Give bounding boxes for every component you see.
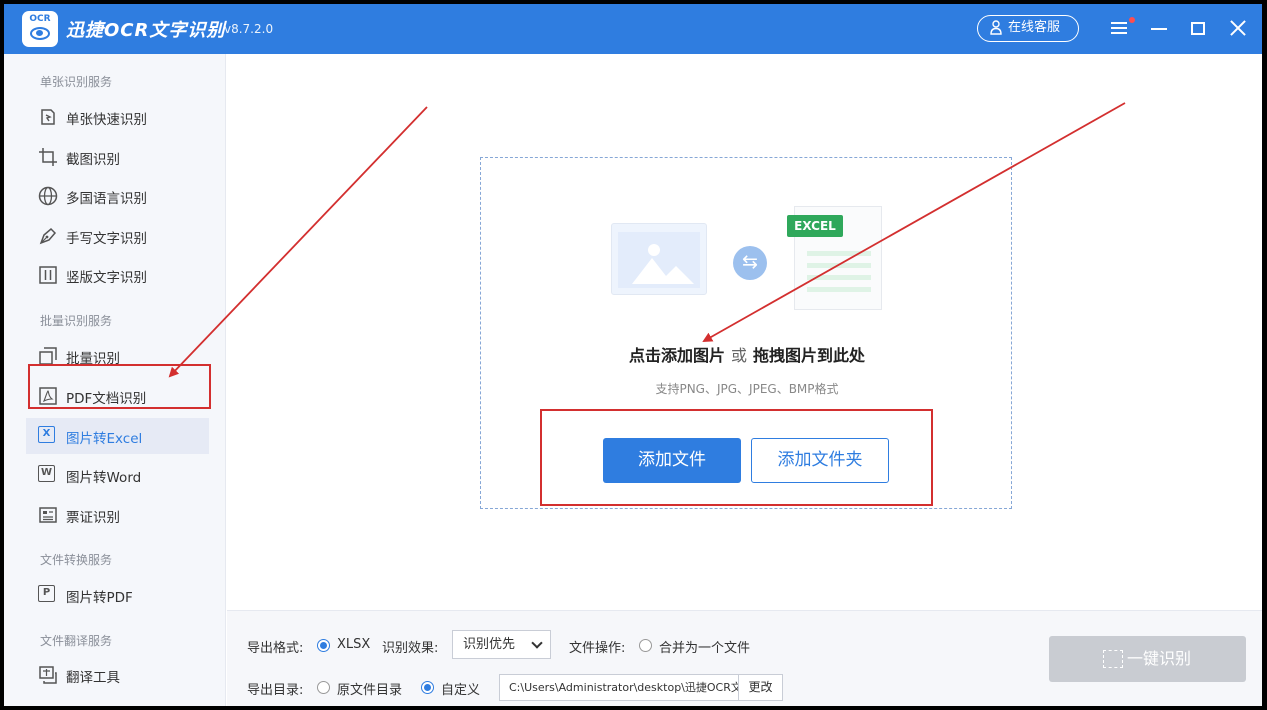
image-placeholder-card: [611, 223, 707, 295]
custom-dir-radio[interactable]: [421, 681, 434, 694]
quick-scan-icon: [41, 109, 55, 125]
eye-icon: [30, 27, 50, 40]
app-title: 迅捷OCR文字识别: [66, 20, 226, 41]
sidebar-item-screenshot[interactable]: 截图识别: [26, 139, 209, 175]
notification-dot: [1129, 17, 1135, 23]
menu-icon: [1111, 22, 1127, 24]
export-format-label: 导出格式:: [247, 641, 304, 656]
chevron-down-icon: [531, 637, 543, 649]
section-title-translate: 文件翻译服务: [40, 634, 113, 648]
sidebar-item-label: 截图识别: [66, 152, 120, 168]
sidebar-item-label: 图片转Excel: [66, 431, 143, 447]
add-buttons-highlight: [540, 409, 933, 506]
xlsx-radio[interactable]: [317, 639, 330, 652]
recognize-label: 一键识别: [1127, 649, 1192, 668]
xlsx-label: XLSX: [337, 637, 371, 652]
ticket-icon: [39, 507, 57, 523]
sidebar-item-label: 翻译工具: [66, 670, 120, 686]
vertical-text-icon: [39, 266, 57, 284]
export-path-field[interactable]: C:\Users\Administrator\desktop\迅捷OCR文: [499, 674, 739, 701]
section-title-batch: 批量识别服务: [40, 314, 113, 328]
sidebar-item-ticket[interactable]: 票证识别: [26, 497, 209, 533]
effect-value: 识别优先: [463, 637, 516, 652]
sidebar-item-label: 手写文字识别: [66, 231, 147, 247]
maximize-button[interactable]: [1184, 14, 1212, 42]
hint-click: 点击添加图片: [628, 346, 725, 365]
minimize-button[interactable]: [1145, 14, 1173, 42]
translate-icon: [39, 666, 57, 684]
globe-icon: [38, 186, 58, 206]
sidebar-item-image-to-excel[interactable]: X 图片转Excel: [26, 418, 209, 454]
maximize-icon: [1191, 22, 1205, 35]
crop-icon: [39, 148, 57, 166]
pen-icon: [39, 227, 57, 245]
supported-formats: 支持PNG、JPG、JPEG、BMP格式: [655, 382, 839, 396]
user-icon: [990, 20, 1002, 35]
sidebar-item-label: 票证识别: [66, 510, 120, 526]
file-op-label: 文件操作:: [569, 641, 626, 656]
merge-radio[interactable]: [639, 639, 652, 652]
sidebar-item-label: 竖版文字识别: [66, 270, 147, 286]
word-icon: W: [38, 465, 55, 482]
drop-hint: 点击添加图片或拖拽图片到此处: [481, 342, 1013, 366]
sidebar-item-quick-scan[interactable]: 单张快速识别: [26, 99, 209, 135]
merge-label: 合并为一个文件: [659, 641, 751, 656]
bottom-settings-bar: 导出格式: XLSX 识别效果: 识别优先 文件操作: 合并为一个文件 导出目录…: [227, 610, 1262, 706]
batch-icon: [39, 347, 57, 365]
sidebar-item-label: 图片转Word: [66, 470, 142, 486]
logo-text: OCR: [29, 14, 51, 24]
sidebar-item-translate[interactable]: 翻译工具: [26, 657, 209, 693]
section-title-convert: 文件转换服务: [40, 553, 113, 567]
export-dir-label: 导出目录:: [247, 683, 304, 698]
sidebar-item-label: 多国语言识别: [66, 191, 147, 207]
sidebar-item-label: 单张快速识别: [66, 112, 147, 128]
sidebar-item-multilang[interactable]: 多国语言识别: [26, 178, 209, 214]
sidebar-item-handwriting[interactable]: 手写文字识别: [26, 218, 209, 254]
excel-item-highlight: [28, 364, 211, 409]
title-bar: OCR 迅捷OCR文字识别 v8.7.2.0 在线客服: [4, 4, 1262, 54]
excel-icon: X: [38, 426, 55, 443]
sidebar-item-image-to-pdf[interactable]: P 图片转PDF: [26, 577, 209, 613]
origin-dir-label: 原文件目录: [337, 683, 403, 698]
online-service-label: 在线客服: [1008, 20, 1061, 35]
origin-dir-radio[interactable]: [317, 681, 330, 694]
recognize-button[interactable]: 一键识别: [1049, 636, 1246, 682]
sidebar-item-label: 图片转PDF: [66, 590, 133, 606]
hint-or: 或: [730, 346, 747, 365]
scan-icon: [1103, 650, 1123, 668]
image-icon: [618, 232, 700, 288]
pdf-convert-icon: P: [38, 585, 55, 602]
app-window: OCR 迅捷OCR文字识别 v8.7.2.0 在线客服 单张识别服务 单张快速识…: [4, 4, 1262, 706]
online-service-button[interactable]: 在线客服: [977, 15, 1079, 42]
effect-select[interactable]: 识别优先: [452, 630, 551, 659]
hint-drag: 拖拽图片到此处: [753, 346, 866, 365]
change-dir-button[interactable]: 更改: [738, 674, 783, 701]
sidebar-item-vertical-text[interactable]: 竖版文字识别: [26, 257, 209, 293]
close-button[interactable]: [1224, 14, 1252, 42]
custom-dir-label: 自定义: [441, 683, 481, 698]
app-version: v8.7.2.0: [224, 22, 274, 36]
effect-label: 识别效果:: [382, 641, 439, 656]
convert-arrows-icon: ⇆: [733, 246, 767, 280]
minimize-icon: [1151, 28, 1167, 30]
section-title-single: 单张识别服务: [40, 75, 113, 89]
app-logo: OCR: [22, 11, 58, 47]
excel-tag: EXCEL: [787, 215, 843, 237]
menu-button[interactable]: [1106, 14, 1135, 42]
sidebar-item-image-to-word[interactable]: W 图片转Word: [26, 457, 209, 493]
